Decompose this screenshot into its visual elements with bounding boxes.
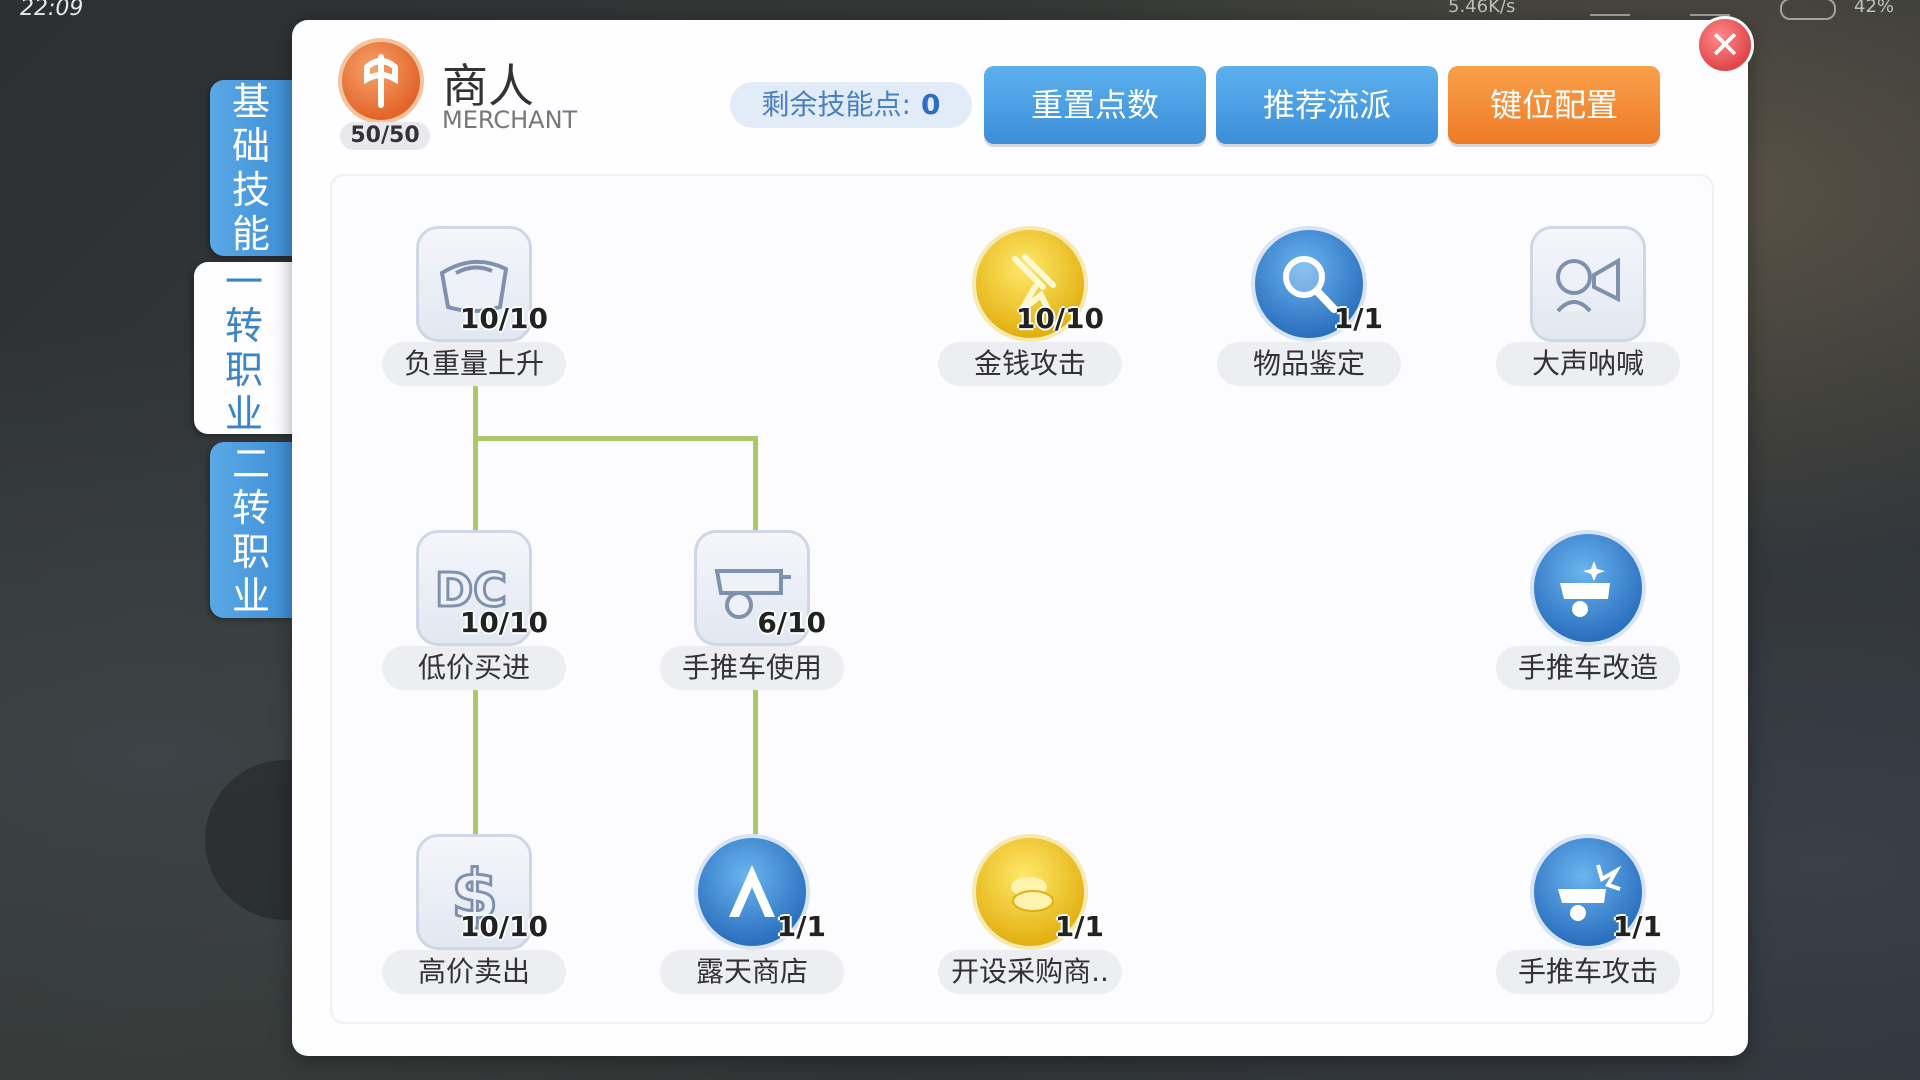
tree-connector	[473, 684, 478, 836]
recommend-build-button[interactable]: 推荐流派	[1216, 66, 1438, 144]
tree-connector	[473, 436, 758, 441]
tree-connector	[473, 380, 478, 530]
skill-overcharge[interactable]: $ 10/10 高价卖出	[382, 834, 566, 1004]
skill-cart-upgrade[interactable]: 手推车改造	[1496, 530, 1680, 700]
class-english-name: MERCHANT	[442, 106, 578, 134]
cart-upgrade-icon	[1530, 530, 1646, 646]
class-level: 50/50	[340, 122, 430, 150]
signal-icon	[1690, 0, 1730, 16]
tab-basic-skills[interactable]: 基础技能	[210, 80, 292, 256]
skill-buying-store[interactable]: 1/1 开设采购商..	[938, 834, 1122, 1004]
skill-pushcart[interactable]: 6/10 手推车使用	[660, 530, 844, 700]
points-label: 剩余技能点:	[761, 88, 911, 121]
close-icon: ✕	[1709, 23, 1741, 67]
tab-first-job[interactable]: 一转职业	[194, 260, 294, 436]
skill-vending[interactable]: 1/1 露天商店	[660, 834, 844, 1004]
tab-second-job[interactable]: 二转职业	[210, 442, 292, 618]
remaining-skill-points: 剩余技能点: 0	[730, 82, 972, 128]
shout-icon	[1530, 226, 1646, 342]
tree-connector	[753, 436, 758, 530]
skill-weight-increase[interactable]: 10/10 负重量上升	[382, 226, 566, 396]
skill-money-attack[interactable]: 10/10 金钱攻击	[938, 226, 1122, 396]
clock: 22:09	[20, 0, 84, 21]
reset-points-button[interactable]: 重置点数	[984, 66, 1206, 144]
net-speed: 5.46K/s	[1448, 0, 1516, 17]
tree-connector	[753, 684, 758, 836]
points-value: 0	[920, 88, 941, 121]
toggle-icon	[1780, 0, 1836, 20]
close-button[interactable]: ✕	[1696, 16, 1754, 74]
skill-item-appraisal[interactable]: 1/1 物品鉴定	[1217, 226, 1401, 396]
battery-level: 42%	[1854, 0, 1895, 17]
keybind-config-button[interactable]: 键位配置	[1448, 66, 1660, 144]
signal-icon	[1590, 0, 1630, 16]
skill-cart-attack[interactable]: 1/1 手推车攻击	[1496, 834, 1680, 1004]
class-emblem-icon	[338, 38, 424, 124]
skill-loud-shout[interactable]: 大声呐喊	[1496, 226, 1680, 396]
skill-discount[interactable]: DC 10/10 低价买进	[382, 530, 566, 700]
